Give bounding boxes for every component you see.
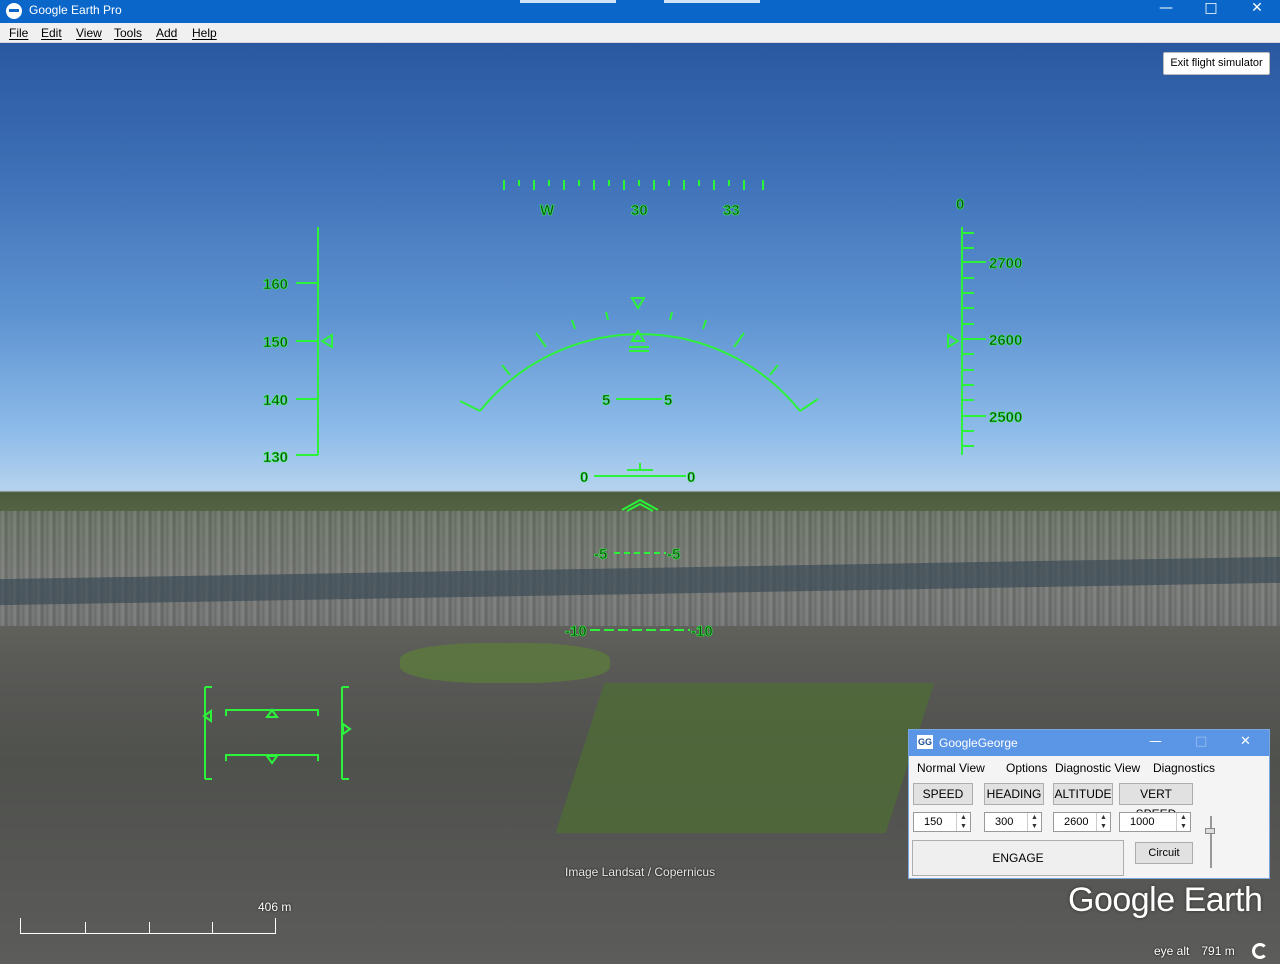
gg-app-icon: GG: [917, 735, 933, 749]
loading-spinner-icon: [1252, 943, 1268, 959]
speed-label: 160: [263, 276, 288, 293]
exit-flight-simulator-button[interactable]: Exit flight simulator: [1163, 52, 1270, 75]
altitude-value[interactable]: 2600: [1064, 816, 1088, 828]
tab-indicator: [664, 0, 760, 3]
eye-alt-value: 791 m: [1201, 944, 1235, 958]
heading-label: W: [540, 202, 555, 219]
slider-thumb[interactable]: [1205, 828, 1215, 834]
menu-file[interactable]: File: [9, 26, 28, 40]
engage-button[interactable]: ENGAGE: [912, 840, 1124, 876]
google-earth-icon: [6, 3, 22, 19]
heading-button[interactable]: HEADING: [984, 783, 1044, 805]
menu-help[interactable]: Help: [192, 26, 217, 40]
googlegeorge-title: GoogleGeorge: [939, 736, 1018, 750]
tab-indicator: [520, 0, 616, 3]
eye-altitude: eye alt 791 m: [1154, 944, 1235, 958]
pitch-label: 5: [602, 392, 610, 409]
pitch-label: 0: [580, 469, 588, 486]
pitch-label: -10: [691, 623, 713, 640]
speed-field[interactable]: 150 ▲ ▼: [913, 812, 971, 832]
altitude-field[interactable]: 2600 ▲ ▼: [1053, 812, 1111, 832]
menu-edit[interactable]: Edit: [41, 26, 62, 40]
pitch-label: -5: [594, 546, 607, 563]
speed-button[interactable]: SPEED: [913, 783, 973, 805]
speed-label: 150: [263, 334, 288, 351]
vert-speed-value[interactable]: 1000: [1130, 816, 1154, 828]
menu-bar: File Edit View Tools Add Help: [0, 23, 1280, 43]
heading-scale: W 30 33: [503, 180, 764, 219]
close-icon[interactable]: ✕: [1234, 0, 1280, 23]
altitude-label: 2700: [989, 255, 1022, 272]
eye-alt-label: eye alt: [1154, 944, 1190, 958]
image-attribution: Image Landsat / Copernicus: [565, 865, 716, 879]
title-bar: Google Earth Pro — □ ✕: [0, 0, 1280, 23]
bank-arc: [459, 297, 819, 412]
maximize-icon[interactable]: □: [1188, 0, 1234, 23]
google-earth-logo: Google Earth: [1068, 881, 1263, 919]
pitch-ladder: 5 5 0 0 -5 -5 -10 -10: [565, 392, 713, 641]
circuit-button[interactable]: Circuit: [1135, 842, 1193, 864]
menu-options[interactable]: Options: [1006, 761, 1047, 775]
vertical-speed-readout: 0: [956, 196, 964, 213]
spinner-arrows-icon[interactable]: ▲ ▼: [1027, 813, 1041, 831]
mini-hud: [202, 686, 352, 780]
heading-label: 33: [723, 202, 740, 219]
minimize-icon[interactable]: —: [1149, 734, 1162, 749]
menu-add[interactable]: Add: [156, 26, 177, 40]
speed-label: 130: [263, 449, 288, 466]
heading-label: 30: [631, 202, 648, 219]
scale-label: 406 m: [258, 900, 292, 914]
heading-field[interactable]: 300 ▲ ▼: [984, 812, 1042, 832]
spinner-arrows-icon[interactable]: ▲ ▼: [956, 813, 970, 831]
pitch-label: 0: [687, 469, 695, 486]
window-title: Google Earth Pro: [29, 3, 122, 17]
altitude-label: 2600: [989, 332, 1022, 349]
spinner-arrows-icon[interactable]: ▲ ▼: [1096, 813, 1110, 831]
googlegeorge-window: GG GoogleGeorge — □ ✕ Normal View Option…: [908, 729, 1270, 879]
maximize-icon[interactable]: □: [1195, 734, 1207, 749]
googlegeorge-title-bar[interactable]: GG GoogleGeorge — □ ✕: [909, 730, 1269, 756]
speed-tape: 160 150 140 130: [263, 227, 333, 466]
vert-speed-field[interactable]: 1000 ▲ ▼: [1119, 812, 1191, 832]
menu-normal-view[interactable]: Normal View: [917, 761, 985, 775]
pitch-label: -5: [667, 546, 680, 563]
vert-speed-button[interactable]: VERT SPEED: [1119, 783, 1193, 821]
altitude-label: 2500: [989, 409, 1022, 426]
speed-value[interactable]: 150: [924, 816, 942, 828]
altitude-button[interactable]: ALTITUDE: [1053, 783, 1113, 805]
slider-track[interactable]: [1210, 816, 1212, 868]
menu-diagnostics[interactable]: Diagnostics: [1153, 761, 1215, 775]
spinner-arrows-icon[interactable]: ▲ ▼: [1176, 813, 1190, 831]
menu-view[interactable]: View: [76, 26, 102, 40]
minimize-icon[interactable]: —: [1143, 0, 1189, 23]
altitude-tape: 2700 2600 2500: [947, 227, 1023, 455]
pitch-label: -10: [565, 623, 587, 640]
pitch-label: 5: [664, 392, 672, 409]
close-icon[interactable]: ✕: [1240, 734, 1251, 749]
speed-label: 140: [263, 392, 288, 409]
heading-value[interactable]: 300: [995, 816, 1013, 828]
menu-diagnostic-view[interactable]: Diagnostic View: [1055, 761, 1140, 775]
scale-bar: [20, 918, 276, 934]
menu-tools[interactable]: Tools: [114, 26, 142, 40]
